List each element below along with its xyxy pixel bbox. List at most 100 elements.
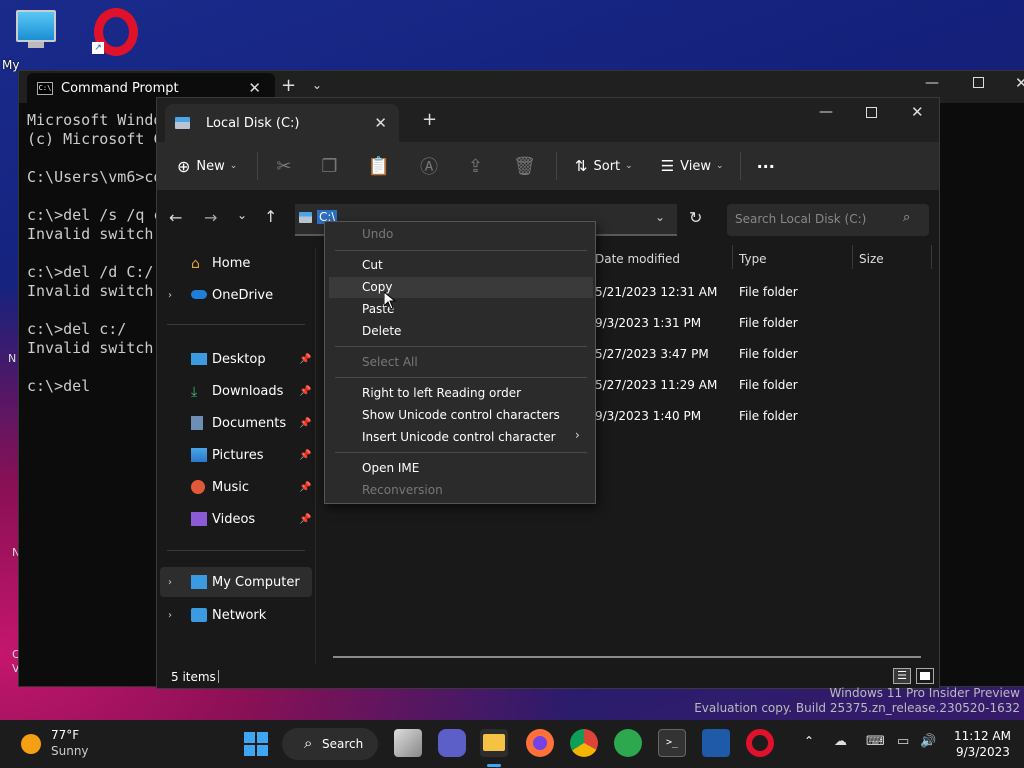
nav-item-network[interactable]: › Network bbox=[157, 600, 313, 630]
pin-icon[interactable]: 📌 bbox=[299, 450, 311, 461]
green-app-icon[interactable] bbox=[614, 729, 642, 757]
nav-item-my-computer[interactable]: › My Computer bbox=[160, 567, 312, 597]
new-button[interactable]: ⊕ New ⌄ bbox=[177, 157, 237, 176]
chevron-right-icon[interactable]: › bbox=[168, 610, 172, 621]
menu-item-show-unicode[interactable]: Show Unicode control characters bbox=[362, 408, 560, 422]
column-header-type[interactable]: Type bbox=[739, 252, 767, 266]
maximize-icon[interactable] bbox=[866, 107, 877, 118]
close-tab-icon[interactable]: ✕ bbox=[374, 114, 387, 132]
menu-item-reconversion[interactable]: Reconversion bbox=[362, 483, 443, 497]
network-icon[interactable]: ▭ bbox=[897, 734, 909, 749]
menu-item-cut[interactable]: Cut bbox=[362, 258, 383, 272]
weather-condition[interactable]: Sunny bbox=[51, 744, 89, 758]
nav-item-home[interactable]: ⌂ Home bbox=[157, 248, 313, 278]
maximize-icon[interactable] bbox=[973, 77, 984, 88]
horizontal-scrollbar[interactable] bbox=[333, 656, 921, 658]
task-view-icon[interactable] bbox=[394, 729, 422, 757]
row-type[interactable]: File folder bbox=[739, 316, 798, 330]
menu-item-select-all[interactable]: Select All bbox=[362, 355, 418, 369]
terminal-icon[interactable]: >_ bbox=[658, 729, 686, 757]
nav-item-documents[interactable]: Documents 📌 bbox=[157, 408, 313, 438]
new-tab-button[interactable]: + bbox=[281, 75, 296, 96]
network-icon bbox=[191, 608, 207, 622]
explorer-titlebar[interactable]: Local Disk (C:) ✕ + — ✕ bbox=[157, 98, 939, 142]
cloud-off-icon[interactable]: ☁ bbox=[834, 734, 847, 749]
cut-icon[interactable]: ✂ bbox=[276, 156, 291, 177]
pin-icon[interactable]: 📌 bbox=[299, 418, 311, 429]
chevron-right-icon[interactable]: › bbox=[168, 577, 172, 588]
search-input[interactable]: Search Local Disk (C:) bbox=[735, 212, 866, 226]
rename-icon[interactable]: Ⓐ bbox=[420, 153, 438, 179]
menu-item-insert-unicode[interactable]: Insert Unicode control character bbox=[362, 430, 556, 444]
row-type[interactable]: File folder bbox=[739, 347, 798, 361]
drive-icon bbox=[299, 212, 312, 223]
minimize-icon[interactable]: — bbox=[925, 75, 939, 91]
chevron-up-icon[interactable]: ⌃ bbox=[804, 734, 814, 748]
share-icon[interactable]: ⇪ bbox=[468, 156, 483, 177]
row-date[interactable]: 5/21/2023 12:31 AM bbox=[595, 285, 717, 299]
row-date[interactable]: 5/27/2023 11:29 AM bbox=[595, 378, 717, 392]
chrome-icon[interactable] bbox=[570, 729, 598, 757]
row-date[interactable]: 5/27/2023 3:47 PM bbox=[595, 347, 709, 361]
new-tab-button[interactable]: + bbox=[422, 109, 437, 130]
close-icon[interactable]: ✕ bbox=[1015, 74, 1024, 92]
pin-icon[interactable]: 📌 bbox=[299, 514, 311, 525]
paste-icon[interactable]: 📋 bbox=[368, 156, 390, 177]
cmd-output[interactable]: Microsoft Windo (c) Microsoft C C:\Users\… bbox=[27, 111, 162, 396]
nav-item-pictures[interactable]: Pictures 📌 bbox=[157, 440, 313, 470]
copy-icon[interactable]: ❐ bbox=[321, 156, 337, 177]
address-dropdown-icon[interactable]: ⌄ bbox=[655, 210, 665, 224]
teams-icon[interactable] bbox=[438, 729, 466, 757]
tiles-view-icon[interactable] bbox=[916, 668, 934, 684]
column-header-date-modified[interactable]: Date modified bbox=[595, 252, 680, 266]
row-type[interactable]: File folder bbox=[739, 409, 798, 423]
firefox-icon[interactable] bbox=[526, 729, 554, 757]
keyboard-icon[interactable]: ⌨ bbox=[866, 734, 885, 749]
recent-chevron-icon[interactable]: ⌄ bbox=[237, 208, 247, 222]
search-box[interactable]: Search Local Disk (C:) ⌕ bbox=[727, 204, 929, 236]
menu-item-undo[interactable]: Undo bbox=[362, 227, 393, 241]
sort-button[interactable]: ⇅ Sort ⌄ bbox=[575, 157, 633, 175]
nav-item-desktop[interactable]: Desktop 📌 bbox=[157, 344, 313, 374]
menu-item-rtl-reading[interactable]: Right to left Reading order bbox=[362, 386, 521, 400]
explorer-tab[interactable]: Local Disk (C:) ✕ bbox=[165, 104, 399, 142]
details-view-icon[interactable]: ☰ bbox=[893, 668, 911, 684]
menu-item-delete[interactable]: Delete bbox=[362, 324, 401, 338]
row-date[interactable]: 9/3/2023 1:31 PM bbox=[595, 316, 701, 330]
file-explorer-taskbar-button[interactable] bbox=[480, 729, 508, 757]
delete-icon[interactable]: 🗑 bbox=[513, 156, 536, 177]
row-type[interactable]: File folder bbox=[739, 378, 798, 392]
weather-temp[interactable]: 77°F bbox=[51, 728, 79, 742]
row-type[interactable]: File folder bbox=[739, 285, 798, 299]
view-button[interactable]: ☰ View ⌄ bbox=[661, 157, 724, 175]
up-arrow-icon[interactable]: ↑ bbox=[264, 207, 277, 226]
menu-item-open-ime[interactable]: Open IME bbox=[362, 461, 419, 475]
row-date[interactable]: 9/3/2023 1:40 PM bbox=[595, 409, 701, 423]
pin-icon[interactable]: 📌 bbox=[299, 482, 311, 493]
column-header-size[interactable]: Size bbox=[859, 252, 884, 266]
nav-item-onedrive[interactable]: › OneDrive bbox=[157, 280, 313, 310]
clock-date[interactable]: 9/3/2023 bbox=[956, 745, 1010, 759]
pin-icon[interactable]: 📌 bbox=[299, 354, 311, 365]
search-button[interactable]: ⌕ Search bbox=[282, 728, 378, 760]
more-options-button[interactable]: ··· bbox=[757, 157, 775, 176]
chevron-right-icon[interactable]: › bbox=[168, 290, 172, 301]
close-icon[interactable]: ✕ bbox=[911, 103, 924, 121]
back-arrow-icon[interactable]: ← bbox=[169, 208, 182, 227]
start-button[interactable] bbox=[244, 732, 268, 756]
opera-icon[interactable] bbox=[746, 729, 774, 757]
music-icon bbox=[191, 480, 205, 494]
refresh-icon[interactable]: ↻ bbox=[689, 208, 702, 227]
clock-time[interactable]: 11:12 AM bbox=[954, 729, 1011, 743]
minimize-icon[interactable]: — bbox=[819, 104, 833, 120]
nav-item-videos[interactable]: Videos 📌 bbox=[157, 504, 313, 534]
pin-icon[interactable]: 📌 bbox=[299, 386, 311, 397]
forward-arrow-icon[interactable]: → bbox=[204, 208, 217, 227]
volume-icon[interactable]: 🔊 bbox=[920, 734, 936, 749]
virtualbox-icon[interactable] bbox=[702, 729, 730, 757]
desktop-icon-my-computer[interactable] bbox=[16, 10, 56, 48]
nav-item-music[interactable]: Music 📌 bbox=[157, 472, 313, 502]
close-tab-icon[interactable]: ✕ bbox=[248, 79, 261, 97]
nav-item-downloads[interactable]: ⤓ Downloads 📌 bbox=[157, 376, 313, 406]
chevron-down-icon[interactable]: ⌄ bbox=[312, 78, 322, 92]
